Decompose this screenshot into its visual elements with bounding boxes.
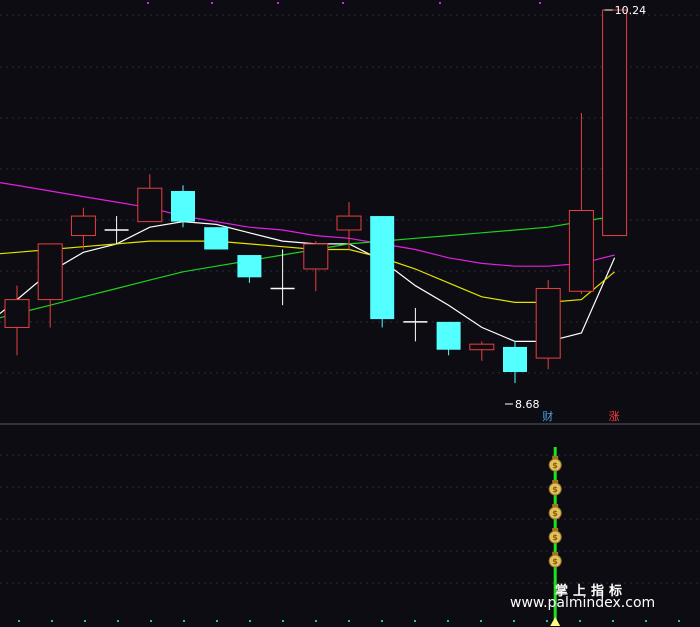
bottom-tick [480, 620, 482, 622]
signal-marker: 涨 [609, 410, 620, 423]
candle [303, 241, 329, 292]
candle [4, 285, 30, 356]
annotation-label: 8.68 [515, 398, 540, 411]
candle [204, 227, 229, 250]
candle [568, 113, 594, 295]
coin-bag-icon: $ [548, 528, 562, 544]
candle [535, 280, 561, 370]
bottom-tick [546, 620, 548, 622]
coin-bag-glyph: $ [552, 509, 558, 518]
candle-body [171, 191, 195, 222]
bottom-tick [216, 620, 218, 622]
bottom-tick [513, 620, 515, 622]
ma-line [0, 220, 616, 342]
signal-marker: 财 [542, 409, 553, 423]
candle [370, 216, 395, 328]
coin-bag-icon: $ [548, 456, 562, 472]
candle-body [370, 216, 395, 320]
annotation-label: 10.24 [615, 4, 647, 17]
coin-bag-tie [552, 528, 559, 531]
candle-body [4, 299, 30, 328]
candle [171, 185, 195, 228]
coin-bag-glyph: $ [552, 485, 558, 494]
bottom-tick [315, 620, 317, 622]
coin-bag-icon: $ [548, 552, 562, 568]
candle [403, 307, 428, 342]
candle-body [137, 187, 163, 223]
watermark-url: www.palmindex.com [510, 595, 656, 611]
candle [503, 341, 527, 384]
bottom-tick [117, 620, 119, 622]
stock-chart: 10.24 8.68财 涨 $ $ $ $ $ [0, 2, 700, 626]
grid-lines [0, 2, 700, 622]
coin-bag-tie [552, 552, 559, 555]
top-tick [439, 2, 441, 4]
bottom-tick [645, 620, 647, 622]
top-tick [277, 2, 279, 4]
bottom-tick [381, 620, 383, 622]
candle [270, 249, 295, 306]
coin-bag-tie [552, 504, 559, 507]
candle [436, 321, 461, 356]
candle [37, 243, 63, 328]
candle-body [436, 321, 461, 350]
candle-body [204, 227, 229, 250]
bottom-tick [579, 620, 581, 622]
bottom-tick [18, 620, 20, 622]
bottom-tick [348, 620, 350, 622]
bottom-tick [678, 620, 680, 622]
bottom-tick [84, 620, 86, 622]
bottom-tick [414, 620, 416, 622]
top-tick [539, 2, 541, 4]
candle-body [568, 209, 594, 292]
coin-bag-icon: $ [548, 480, 562, 496]
candle [336, 202, 362, 250]
candle-body [237, 255, 262, 278]
bottom-tick [183, 620, 185, 622]
bottom-tick [282, 620, 284, 622]
bottom-tick [150, 620, 152, 622]
candle-body [535, 287, 561, 359]
bottom-tick [447, 620, 449, 622]
candle-body [70, 215, 96, 237]
candlesticks [4, 9, 628, 384]
top-tick [342, 2, 344, 4]
signal-arrow [550, 617, 561, 626]
candle-body [469, 343, 495, 351]
bottom-tick [612, 620, 614, 622]
candle [137, 174, 163, 223]
candle-body [336, 215, 362, 231]
candle-body [303, 243, 329, 270]
coin-bag-tie [552, 480, 559, 483]
coin-bag-glyph: $ [552, 461, 558, 470]
bottom-tick [249, 620, 251, 622]
coin-bag-icon: $ [548, 504, 562, 520]
coin-bag-glyph: $ [552, 557, 558, 566]
coin-bag-glyph: $ [552, 533, 558, 542]
top-tick [211, 2, 213, 4]
candle [602, 9, 628, 237]
candle-body [503, 346, 527, 372]
candle [469, 341, 495, 361]
bottom-tick [51, 620, 53, 622]
coin-bag-tie [552, 456, 559, 459]
candle [237, 255, 262, 283]
candle [70, 207, 96, 250]
top-tick [147, 2, 149, 4]
candle-body [37, 243, 63, 301]
candle-body [602, 9, 628, 237]
